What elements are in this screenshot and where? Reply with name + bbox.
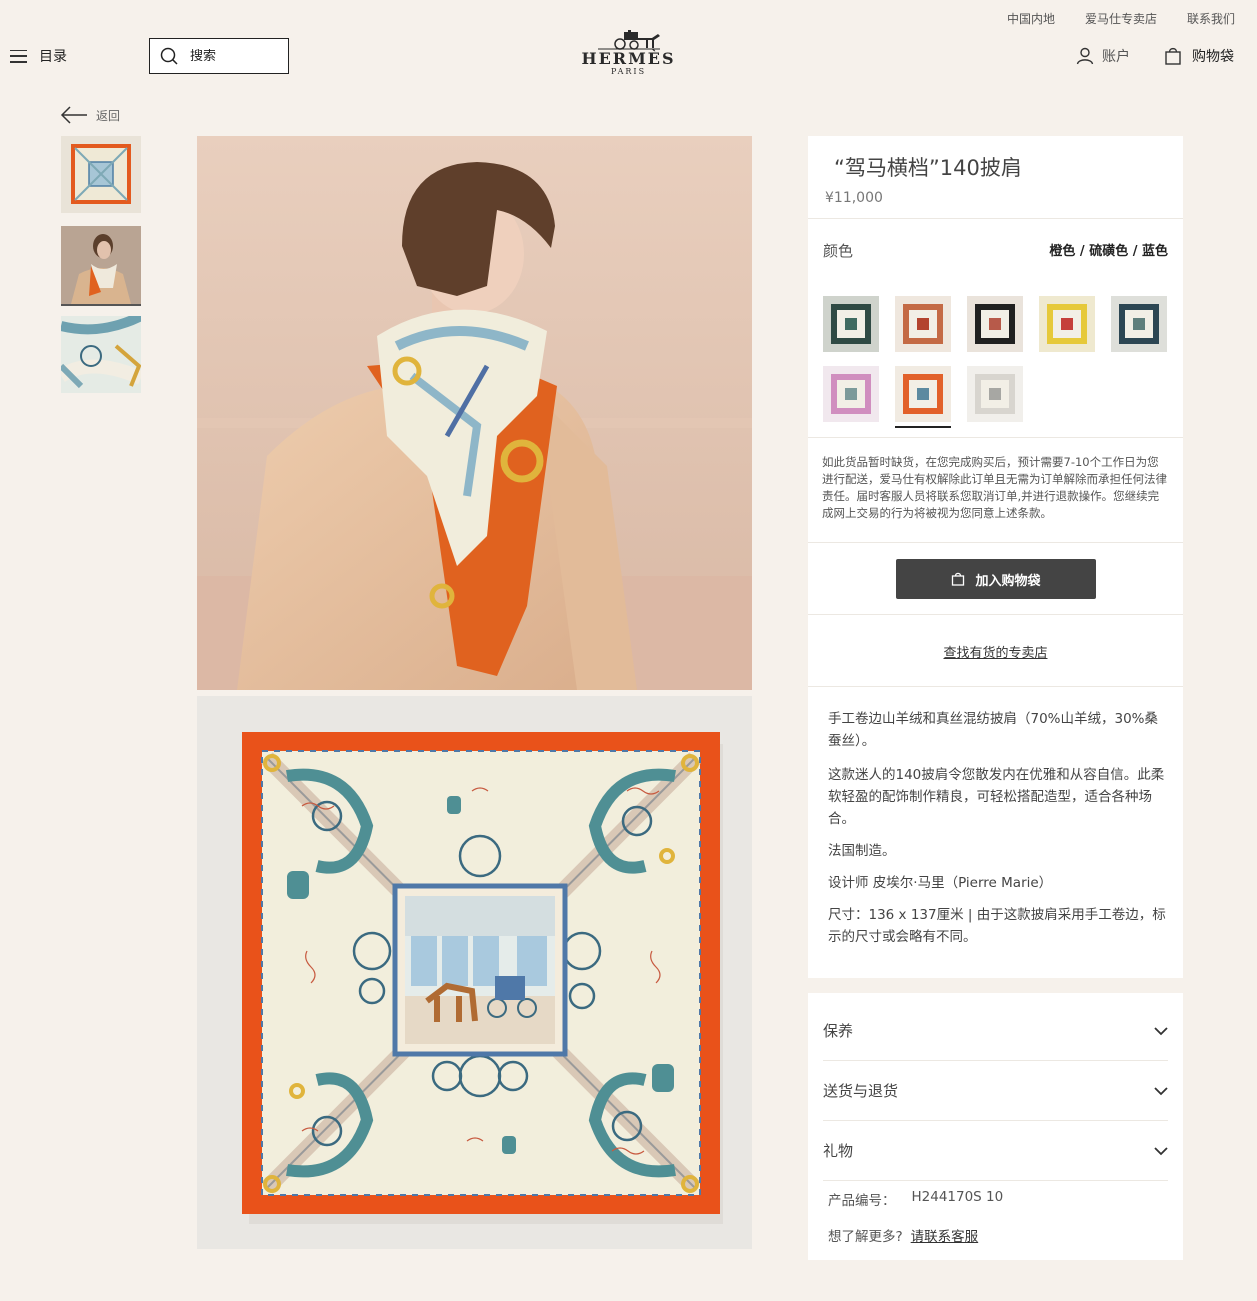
logo-wordmark: HERMÈS (581, 49, 676, 68)
product-title: “驾马横档”140披肩 (834, 156, 1022, 180)
link-region[interactable]: 中国内地 (1007, 10, 1055, 27)
shopping-bag-button[interactable]: 购物袋 (1164, 46, 1234, 66)
color-swatch-light-grey[interactable] (967, 366, 1023, 422)
accordion-shipping-label: 送货与退货 (823, 1082, 899, 1100)
divider (808, 437, 1183, 438)
accordion-gift[interactable]: 礼物 (823, 1121, 1168, 1181)
thumbnail-scarf-flat[interactable] (61, 136, 141, 213)
bag-label: 购物袋 (1192, 49, 1234, 65)
thumbnail-model[interactable] (61, 226, 141, 306)
menu-button[interactable]: 目录 (10, 46, 67, 66)
link-contact[interactable]: 联系我们 (1187, 10, 1235, 27)
search-icon (160, 47, 178, 65)
chevron-down-icon (1154, 1026, 1168, 1035)
color-swatch-orange-pink[interactable] (895, 296, 951, 352)
contact-service-link[interactable]: 请联系客服 (911, 1225, 979, 1245)
stock-notice: 如此货品暂时缺货，在您完成购买后，预计需要7-10个工作日为您进行配送，爱马仕有… (822, 455, 1167, 520)
color-row: 颜色 橙色 / 硫磺色 / 蓝色 (823, 240, 1168, 261)
logo-subtitle: PARIS (610, 67, 647, 76)
product-info-panel: “驾马横档”140披肩 ¥11,000 颜色 橙色 / 硫磺色 / 蓝色 如此货… (808, 136, 1183, 978)
chevron-down-icon (1154, 1086, 1168, 1095)
utility-links: 中国内地 爱马仕专卖店 联系我们 (1007, 10, 1235, 27)
sku-value: H244170S 10 (911, 1189, 1004, 1205)
search-input[interactable] (190, 48, 270, 64)
description-intro: 这款迷人的140披肩令您散发内在优雅和从容自信。此柔软轻盈的配饰制作精良，可轻松… (828, 767, 1165, 827)
color-value: 橙色 / 硫磺色 / 蓝色 (1049, 244, 1168, 259)
divider (808, 614, 1183, 615)
color-swatch-dark-green[interactable] (823, 296, 879, 352)
description-material: 手工卷边山羊绒和真丝混纺披肩（70%山羊绒，30%桑蚕丝）。 (828, 711, 1159, 749)
user-icon (1076, 47, 1094, 65)
sku-label: 产品编号： (828, 1193, 896, 1209)
divider (808, 686, 1183, 687)
accordion-gift-label: 礼物 (823, 1142, 854, 1160)
color-swatch-navy-teal[interactable] (1111, 296, 1167, 352)
bag-icon (1165, 47, 1181, 65)
menu-label: 目录 (39, 49, 67, 65)
add-to-bag-button[interactable]: 加入购物袋 (896, 559, 1096, 599)
search-box[interactable] (149, 38, 289, 74)
product-details-panel: 保养 送货与退货 礼物 产品编号： H244170S 10 想了解更多? 请联系… (808, 993, 1183, 1260)
description-designer: 设计师 皮埃尔·马里（Pierre Marie） (828, 875, 1053, 891)
help-row: 想了解更多? 请联系客服 (828, 1225, 978, 1245)
help-question: 想了解更多? (828, 1229, 903, 1245)
description-size: 尺寸：136 x 137厘米 | 由于这款披肩采用手工卷边，标示的尺寸或会略有不… (828, 907, 1166, 945)
product-sku: 产品编号： H244170S 10 (828, 1189, 1003, 1209)
product-price: ¥11,000 (825, 190, 883, 206)
chevron-down-icon (1154, 1146, 1168, 1155)
hamburger-icon (10, 49, 27, 63)
back-link[interactable]: 返回 (60, 106, 120, 124)
color-swatch-yellow[interactable] (1039, 296, 1095, 352)
link-stores[interactable]: 爱马仕专卖店 (1085, 10, 1157, 27)
divider (808, 542, 1183, 543)
account-label: 账户 (1102, 49, 1130, 65)
find-store-link[interactable]: 查找有货的专卖店 (808, 642, 1183, 661)
bag-icon (952, 572, 965, 586)
title-block: “驾马横档”140披肩 ¥11,000 (808, 136, 1183, 219)
accordion-care-label: 保养 (823, 1022, 854, 1040)
product-photo-scarf (197, 696, 752, 1249)
accordion-shipping[interactable]: 送货与退货 (823, 1061, 1168, 1121)
color-label: 颜色 (823, 242, 854, 260)
product-description: 手工卷边山羊绒和真丝混纺披肩（70%山羊绒，30%桑蚕丝）。 这款迷人的140披… (828, 708, 1167, 958)
color-swatch-pink[interactable] (823, 366, 879, 422)
product-photo-model (197, 136, 752, 690)
back-label: 返回 (96, 108, 121, 123)
hermes-logo[interactable]: HERMÈS PARIS (569, 30, 689, 77)
color-swatch-orange-selected[interactable] (895, 366, 951, 428)
thumbnail-scarf-detail[interactable] (61, 316, 141, 393)
arrow-left-icon (60, 106, 87, 124)
account-button[interactable]: 账户 (1076, 46, 1130, 66)
carriage-logo-icon (597, 30, 660, 50)
accordion-care[interactable]: 保养 (823, 1001, 1168, 1061)
add-to-bag-label: 加入购物袋 (975, 573, 1041, 589)
description-origin: 法国制造。 (828, 843, 896, 859)
color-swatch-black[interactable] (967, 296, 1023, 352)
